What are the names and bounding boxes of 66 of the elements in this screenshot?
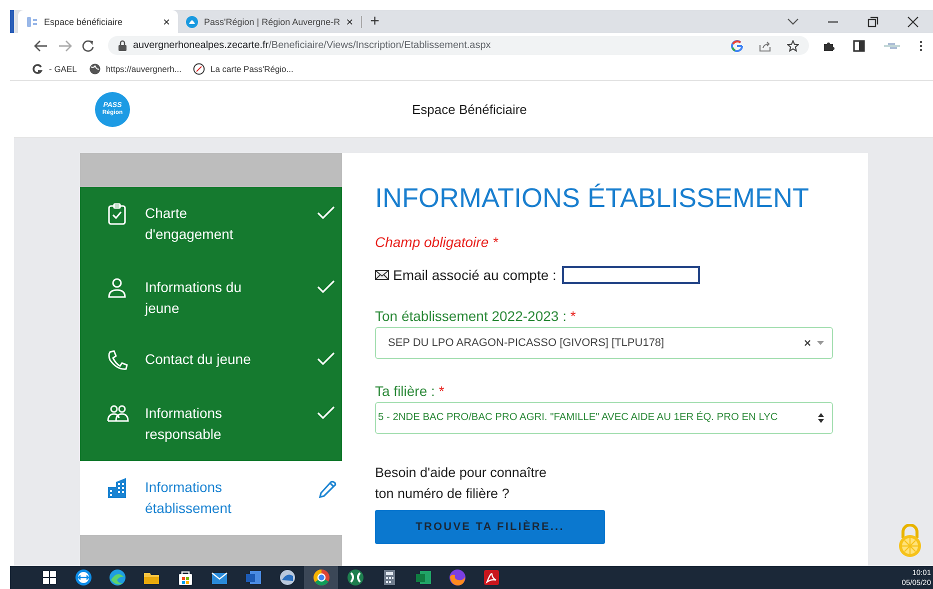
- building-icon: [107, 477, 129, 499]
- person-icon: [107, 277, 129, 299]
- tab-title: Espace bénéficiaire: [44, 16, 124, 26]
- app-icon: [278, 568, 296, 587]
- clipboard-icon: [107, 203, 129, 225]
- reload-icon[interactable]: [82, 40, 94, 52]
- app-icon: [482, 568, 500, 587]
- select-field[interactable]: SEP DU LPO ARAGON-PICASSO [GIVORS] [TLPU178] ×: [375, 327, 833, 359]
- check-icon: [317, 206, 335, 220]
- browser-tab[interactable]: Espace bénéficiaire ×: [18, 10, 178, 33]
- email-label: Email associé au compte :: [393, 267, 556, 283]
- url-text: auvergnerhonealpes.zecarte.fr/Beneficiaire/Views/Inscription/Etablissement.aspx: [133, 40, 491, 51]
- close-icon[interactable]: [907, 16, 919, 28]
- select-field[interactable]: 5 - 2NDE BAC PRO/BAC PRO AGRI. "FAMILLE" AVEC AIDE AU 1ER ÉQ. PRO EN LYC: [375, 402, 833, 434]
- side-panel-icon[interactable]: [853, 40, 865, 52]
- star-icon[interactable]: [787, 40, 799, 52]
- extension-icon[interactable]: [883, 42, 901, 50]
- back-icon[interactable]: [34, 40, 48, 52]
- field-label: Ton établissement 2022-2023 : *: [375, 308, 577, 324]
- clear-icon[interactable]: ×: [804, 336, 811, 350]
- form-title: INFORMATIONS ÉTABLISSEMENT: [375, 183, 810, 214]
- field-label: Ta filière : *: [375, 383, 446, 399]
- app-icon: [312, 568, 330, 587]
- required-note: Champ obligatoire *: [375, 234, 500, 250]
- step-item[interactable]: Charte d'engagement: [80, 187, 342, 261]
- taskbar-app[interactable]: [304, 566, 338, 589]
- people-icon: [107, 403, 129, 425]
- google-icon[interactable]: [731, 40, 743, 52]
- app-icon: [108, 568, 126, 587]
- check-icon: [317, 352, 335, 366]
- check-icon: [317, 280, 335, 294]
- page-icon: [26, 16, 38, 28]
- app-icon: [414, 568, 432, 587]
- browser-tab[interactable]: Pass'Région | Région Auvergne-R ×: [178, 10, 362, 33]
- app-icon: [346, 568, 364, 587]
- tab-title: Pass'Région | Région Auvergne-R: [204, 16, 340, 26]
- step-item[interactable]: Informations responsable: [80, 387, 342, 461]
- lock-icon: [118, 40, 127, 51]
- page-title: Espace Bénéficiaire: [412, 102, 527, 116]
- step-item[interactable]: Contact du jeune: [80, 333, 342, 387]
- new-tab-button[interactable]: +: [361, 16, 388, 28]
- envelope-icon: [375, 270, 389, 280]
- dropdown-icon[interactable]: [817, 341, 824, 345]
- g-icon: [32, 63, 44, 75]
- close-icon[interactable]: ×: [346, 14, 354, 28]
- close-icon[interactable]: ×: [162, 14, 170, 28]
- menu-icon[interactable]: [919, 40, 923, 52]
- address-bar[interactable]: auvergnerhonealpes.zecarte.fr/Beneficiaire/Views/Inscription/Etablissement.aspx: [108, 36, 809, 55]
- bookmark[interactable]: https://auvergnerh...: [88, 63, 182, 75]
- bookmark[interactable]: - GAEL: [32, 63, 77, 75]
- phone-icon: [107, 349, 129, 371]
- help-text: Besoin d'aide pour connaître ton numéro de filière ?: [375, 464, 548, 503]
- app-icon: [448, 568, 466, 587]
- share-icon[interactable]: [759, 40, 771, 52]
- chevron-down-icon[interactable]: [787, 18, 799, 26]
- restore-icon[interactable]: [867, 16, 879, 28]
- pencil-icon: [317, 480, 337, 500]
- bookmark[interactable]: La carte Pass'Régio...: [193, 63, 294, 75]
- step-item[interactable]: Informations établissement: [80, 461, 342, 535]
- puzzle-icon[interactable]: [823, 40, 835, 52]
- app-icon: [244, 568, 262, 587]
- step-item[interactable]: Informations du jeune: [80, 261, 342, 333]
- app-icon: [74, 568, 92, 587]
- check-icon: [317, 406, 335, 420]
- globe-icon: [88, 63, 101, 75]
- stepper-icon[interactable]: [818, 413, 824, 423]
